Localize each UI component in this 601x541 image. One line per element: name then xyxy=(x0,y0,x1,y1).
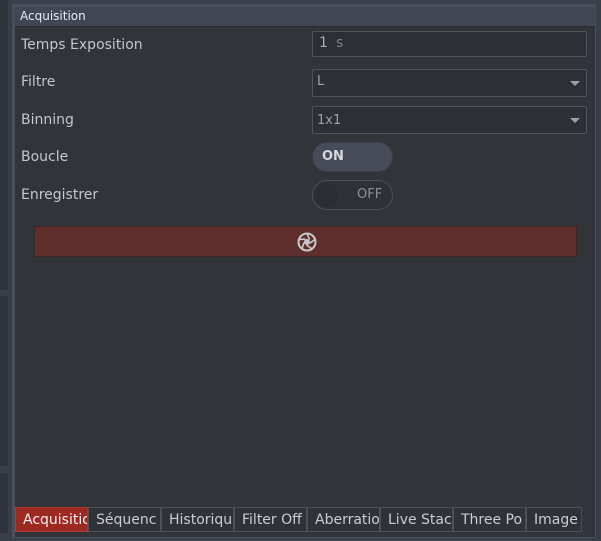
panel-titlebar[interactable]: Acquisition xyxy=(15,7,595,27)
aperture-icon xyxy=(297,232,317,252)
binning-select[interactable]: 1x1 xyxy=(312,106,587,134)
loop-label: Boucle xyxy=(21,149,69,165)
filter-label: Filtre xyxy=(21,74,56,90)
capture-button[interactable] xyxy=(34,226,577,257)
panel-title: Acquisition xyxy=(20,9,86,23)
acquisition-panel: Acquisition Temps Exposition 1 s Filtre … xyxy=(15,7,595,537)
loop-toggle[interactable]: ON xyxy=(312,142,393,172)
tab-live-stack[interactable]: Live Stac xyxy=(380,507,453,532)
save-state: OFF xyxy=(357,187,383,202)
exposure-input[interactable]: 1 s xyxy=(312,31,587,57)
binning-value: 1x1 xyxy=(317,113,342,128)
binning-label: Binning xyxy=(21,112,74,128)
chevron-down-icon xyxy=(570,118,580,123)
tab-three-point[interactable]: Three Po xyxy=(453,507,526,532)
filter-value: L xyxy=(317,74,325,89)
tab-bar: Acquisitio Séquenc Historiqu Filter Off … xyxy=(15,507,595,533)
tab-filter-offset[interactable]: Filter Off xyxy=(234,507,307,532)
tab-history[interactable]: Historiqu xyxy=(161,507,234,532)
save-toggle[interactable]: OFF xyxy=(312,180,393,210)
tab-sequence[interactable]: Séquenc xyxy=(88,507,161,532)
exposure-unit: s xyxy=(336,35,344,51)
toggle-knob xyxy=(315,183,339,207)
filter-select[interactable]: L xyxy=(312,69,587,97)
loop-state: ON xyxy=(322,149,344,164)
tab-image[interactable]: Image xyxy=(526,507,582,532)
tab-aberration[interactable]: Aberratio xyxy=(307,507,380,532)
save-label: Enregistrer xyxy=(21,187,99,203)
right-dock-edge xyxy=(596,0,601,541)
exposure-label: Temps Exposition xyxy=(21,37,143,53)
tab-acquisition[interactable]: Acquisitio xyxy=(15,507,88,532)
chevron-down-icon xyxy=(570,81,580,86)
exposure-value: 1 xyxy=(319,35,328,51)
left-dock-edge xyxy=(0,0,12,541)
